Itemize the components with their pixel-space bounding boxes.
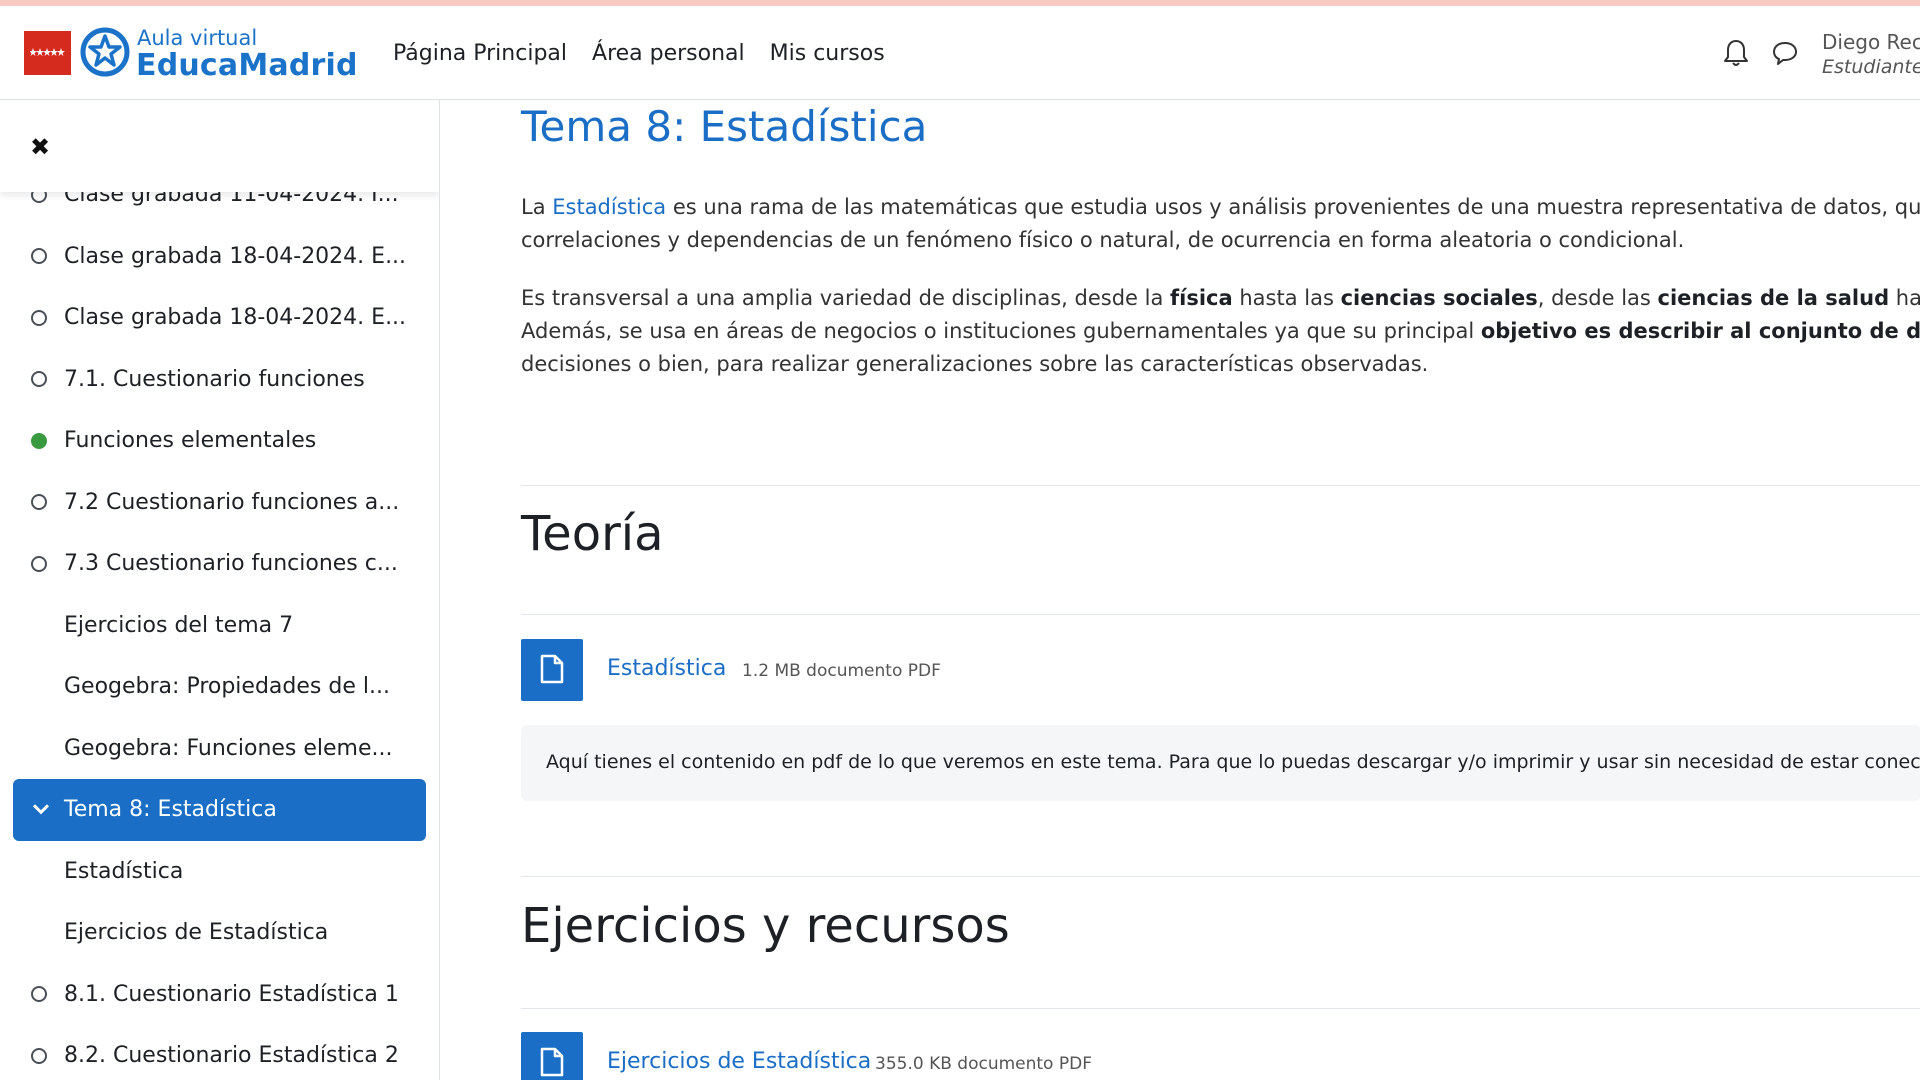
text: , desde las [1537,286,1658,310]
index-item-label: Clase grabada 18-04-2024. E... [64,305,407,331]
index-item[interactable]: Clase grabada 18-04-2024. E... [0,226,439,288]
index-item[interactable]: Estadística [0,841,439,903]
page-title: Tema 8: Estadística [521,102,928,151]
complete-dot-icon [31,432,47,449]
drawer-header: ✖ [0,100,439,192]
main-content: Tema 8: Estadística La Estadística es un… [441,100,1920,1080]
brand-title[interactable]: EducaMadrid [136,48,358,83]
incomplete-circle-icon [31,371,47,388]
index-item-label: Clase grabada 18-04-2024. E... [64,243,407,269]
index-item[interactable]: 7.2 Cuestionario funciones a... [0,472,439,534]
resource-link-ejercicios[interactable]: Ejercicios de Estadística [607,1049,871,1074]
course-index-list: Clase grabada 11-04-2024. I... Clase gra… [0,164,439,1080]
stars-icon [30,48,65,56]
user-role: Estudiante [1822,56,1920,78]
activity-divider [521,1008,1920,1009]
bell-icon[interactable] [1722,38,1750,68]
nav-my-courses[interactable]: Mis cursos [770,41,885,66]
resource-meta: 1.2 MB documento PDF [742,661,941,681]
chat-icon[interactable] [1771,39,1799,67]
index-item-label: Funciones elementales [64,428,317,454]
intro-paragraph-1: La Estadística es una rama de las matemá… [521,191,1920,257]
top-navbar: Aula virtual EducaMadrid Página Principa… [0,6,1920,100]
nav-dashboard[interactable]: Área personal [592,41,745,66]
incomplete-circle-icon [31,248,47,265]
index-section-tema-8[interactable]: Tema 8: Estadística [13,779,426,841]
text: decisiones o bien, para realizar general… [521,352,1429,376]
index-item-label: Ejercicios del tema 7 [64,612,294,638]
primary-nav: Página Principal Área personal Mis curso… [393,41,885,66]
index-item[interactable]: Clase grabada 18-04-2024. E... [0,287,439,349]
incomplete-circle-icon [31,986,47,1003]
index-item-label: 7.2 Cuestionario funciones a... [64,489,400,515]
text: es una rama de las matemáticas que estud… [666,195,1920,219]
bold-text: ciencias sociales [1340,286,1538,310]
index-item[interactable]: Ejercicios del tema 7 [0,595,439,657]
text: hasta las [1232,286,1341,310]
resource-description-box: Aquí tienes el contenido en pdf de lo qu… [521,725,1920,801]
text: Además, se usa en áreas de negocios o in… [521,319,1481,343]
file-icon [540,1047,564,1077]
index-item[interactable]: Geogebra: Funciones eleme... [0,718,439,780]
incomplete-circle-icon [31,309,47,326]
index-item-label: Geogebra: Funciones eleme... [64,735,393,761]
index-section-label: Tema 8: Estadística [64,797,277,823]
section-title-theory: Teoría [521,506,664,562]
index-item-label: Estadística [64,858,184,884]
pdf-resource-icon[interactable] [521,639,583,701]
comunidad-madrid-logo[interactable] [24,31,71,75]
index-item-label: Ejercicios de Estadística [64,920,329,946]
resource-link-estadistica[interactable]: Estadística [607,656,726,681]
text: correlaciones y dependencias de un fenóm… [521,228,1685,252]
section-divider [521,876,1920,877]
user-name[interactable]: Diego Rec [1822,30,1920,54]
index-item[interactable]: Funciones elementales [0,410,439,472]
incomplete-circle-icon [31,1047,47,1064]
estadistica-link[interactable]: Estadística [552,195,666,219]
incomplete-circle-icon [31,555,47,572]
section-divider [521,485,1920,486]
index-item[interactable]: 8.1. Cuestionario Estadística 1 [0,964,439,1026]
bold-text: ciencias de la salud [1657,286,1890,310]
index-item[interactable]: Ejercicios de Estadística [0,902,439,964]
activity-divider [521,614,1920,615]
educamadrid-logo-icon [80,27,130,77]
index-item[interactable]: 8.2. Cuestionario Estadística 2 [0,1025,439,1080]
resource-meta: 355.0 KB documento PDF [875,1054,1092,1074]
text: hasta el [1895,286,1920,310]
course-index-drawer: ✖ Clase grabada 11-04-2024. I... Clase g… [0,100,440,1080]
index-item[interactable]: 7.1. Cuestionario funciones [0,349,439,411]
index-item-label: Geogebra: Propiedades de l... [64,674,390,700]
incomplete-circle-icon [31,494,47,511]
index-item-label: 8.2. Cuestionario Estadística 2 [64,1043,399,1069]
index-item[interactable]: 7.3 Cuestionario funciones c... [0,533,439,595]
bold-text: física [1170,286,1233,310]
pdf-resource-icon[interactable] [521,1032,583,1080]
nav-home[interactable]: Página Principal [393,41,567,66]
resource-description: Aquí tienes el contenido en pdf de lo qu… [546,751,1920,773]
section-title-exercises: Ejercicios y recursos [521,898,1010,954]
chevron-down-icon[interactable] [31,802,51,816]
index-item-label: 7.3 Cuestionario funciones c... [64,551,398,577]
close-icon[interactable]: ✖ [30,133,50,161]
index-item-label: 7.1. Cuestionario funciones [64,366,365,392]
file-icon [540,654,564,684]
bold-text: objetivo es describir al conjunto de dat… [1480,319,1920,343]
index-item-label: 8.1. Cuestionario Estadística 1 [64,981,399,1007]
index-item[interactable]: Geogebra: Propiedades de l... [0,656,439,718]
text: La [521,195,553,219]
intro-paragraph-2: Es transversal a una amplia variedad de … [521,282,1920,381]
brand-subtitle: Aula virtual [137,26,258,50]
text: Es transversal a una amplia variedad de … [521,286,1171,310]
